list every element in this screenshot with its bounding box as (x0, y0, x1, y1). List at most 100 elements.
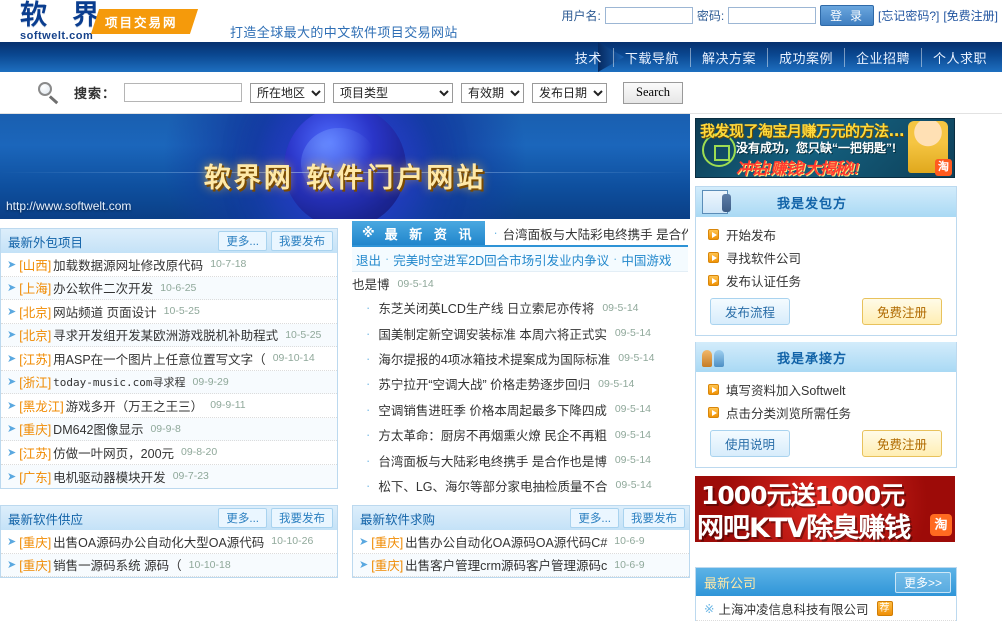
taobao-ad-banner[interactable]: 我发现了淘宝月赚万元的方法... 没有成功，您只缺“一把钥匙”! 冲钻!赚钱!大… (695, 118, 955, 178)
list-item[interactable]: 寻找软件公司 (708, 246, 956, 269)
news-item-title[interactable]: 国美制定新空调安装标准 本周六将正式实 (378, 324, 606, 343)
taobao-ad-line3: 冲钻!赚钱!大揭秘!! (736, 155, 858, 178)
outsourcing-publish-button[interactable]: 我要发布 (271, 231, 333, 251)
list-item[interactable]: ·方太革命：厨房不再烟熏火燎 民企不再粗09-5-14 (352, 422, 688, 447)
nav-item-jobseeking[interactable]: 个人求职 (921, 48, 998, 67)
password-input[interactable] (728, 7, 816, 24)
free-register-link[interactable]: [免费注册] (943, 7, 998, 24)
search-button[interactable]: Search (623, 82, 683, 104)
list-item[interactable]: 发布认证任务 (708, 269, 956, 292)
username-input[interactable] (605, 7, 693, 24)
list-item[interactable]: 点击分类浏览所需任务 (708, 401, 956, 424)
list-item[interactable]: ·空调销售进旺季 价格本周起最多下降四成09-5-14 (352, 397, 688, 422)
news-item-title[interactable]: 台湾面板与大陆彩电终携手 是合作也是博 (378, 451, 606, 470)
contractor-item-label[interactable]: 填写资料加入Softwelt (726, 380, 845, 399)
list-item[interactable]: ➤[广东]电机驱动器模块开发09-7-23 (1, 465, 337, 489)
item-title[interactable]: DM642图像显示 (53, 419, 143, 438)
item-title[interactable]: 加载数据源网址修改原代码 (53, 255, 203, 274)
item-title[interactable]: 游戏多开（万王之王三） (66, 396, 204, 415)
list-item[interactable]: ➤[重庆]出售客户管理crm源码客户管理源码c10-6-9 (353, 554, 689, 578)
publish-process-button[interactable]: 发布流程 (710, 298, 790, 325)
news-item-title[interactable]: 东芝关闭英LCD生产线 日立索尼亦传将 (378, 298, 594, 317)
item-title[interactable]: 出售客户管理crm源码客户管理源码c (405, 555, 607, 574)
item-title[interactable]: 仿做一叶网页，200元 (53, 443, 174, 462)
outsourcing-panel: 最新外包项目 更多... 我要发布 ➤[山西]加载数据源网址修改原代码10-7-… (0, 228, 338, 489)
demand-publish-button[interactable]: 我要发布 (623, 508, 685, 528)
validity-select[interactable]: 有效期 (461, 83, 524, 103)
contractor-free-register-button[interactable]: 免费注册 (862, 430, 942, 457)
item-region: [山西] (19, 255, 51, 274)
list-item[interactable]: ➤[重庆]出售OA源码办公自动化大型OA源代码10-10-26 (1, 530, 337, 554)
news-item-title[interactable]: 方太革命：厨房不再烟熏火燎 民企不再粗 (378, 425, 606, 444)
list-item[interactable]: ➤[北京]寻求开发组开发某欧洲游戏脱机补助程式10-5-25 (1, 324, 337, 348)
hero-banner[interactable]: 软界网 软件门户网站 http://www.softwelt.com (0, 114, 690, 219)
list-item[interactable]: 填写资料加入Softwelt (708, 378, 956, 401)
item-title[interactable]: 出售办公自动化OA源码OA源代码C# (405, 532, 607, 551)
supply-more-button[interactable]: 更多... (218, 508, 267, 528)
list-item[interactable]: ·国美制定新空调安装标准 本周六将正式实09-5-14 (352, 320, 688, 345)
list-item[interactable]: ·台湾面板与大陆彩电终携手 是合作也是博09-5-14 (352, 447, 688, 472)
contractor-item-label[interactable]: 点击分类浏览所需任务 (726, 403, 851, 422)
list-item[interactable]: 开始发布 (708, 223, 956, 246)
nav-item-download[interactable]: 下载导航 (613, 48, 690, 67)
news-tab-latest[interactable]: ※ 最 新 资 讯 (352, 221, 485, 245)
ktv-ad-banner[interactable]: 1000元送1000元 网吧KTV除臭赚钱 淘 (695, 476, 955, 542)
item-title[interactable]: 网站频道 页面设计 (53, 302, 156, 321)
list-item[interactable]: ·苏宁拉开“空调大战” 价格走势逐步回归09-5-14 (352, 371, 688, 396)
news-item-title[interactable]: 苏宁拉开“空调大战” 价格走势逐步回归 (378, 374, 590, 393)
nav-item-cases[interactable]: 成功案例 (767, 48, 844, 67)
publisher-free-register-button[interactable]: 免费注册 (862, 298, 942, 325)
usage-instructions-button[interactable]: 使用说明 (710, 430, 790, 457)
publish-date-select[interactable]: 发布日期 (532, 83, 607, 103)
item-region: [上海] (19, 278, 51, 297)
forgot-password-link[interactable]: [忘记密码?] (878, 7, 939, 24)
list-item[interactable]: ※上海冲凌信息科技有限公司荐 (696, 596, 956, 621)
list-item[interactable]: ➤[江苏]用ASP在一个图片上任意位置写文字（09-10-14 (1, 347, 337, 371)
news-item-title[interactable]: 海尔提报的4项冰箱技术提案成为国际标准 (378, 349, 610, 368)
publisher-item-label[interactable]: 发布认证任务 (726, 271, 801, 290)
search-input[interactable] (124, 83, 242, 102)
list-item[interactable]: ➤[重庆]DM642图像显示09-9-8 (1, 418, 337, 442)
item-title[interactable]: 办公软件二次开发 (53, 278, 153, 297)
news-scroll-row[interactable]: 退出 · 完美时空进军2D回合市场引发业内争议 · 中国游戏 (352, 247, 688, 272)
outsourcing-more-button[interactable]: 更多... (218, 231, 267, 251)
project-type-select[interactable]: 项目类型 (333, 83, 453, 103)
item-date: 10-5-25 (285, 329, 321, 341)
nav-item-tech[interactable]: 技术 (564, 48, 613, 67)
publisher-item-label[interactable]: 寻找软件公司 (726, 248, 801, 267)
list-item[interactable]: ➤[重庆]销售一源码系统 源码（10-10-18 (1, 554, 337, 578)
item-title[interactable]: 销售一源码系统 源码（ (53, 555, 181, 574)
publisher-role-header: 我是发包方 (696, 187, 956, 217)
list-item[interactable]: ➤[黑龙江]游戏多开（万王之王三）09-9-11 (1, 394, 337, 418)
list-item[interactable]: ➤[江苏]仿做一叶网页，200元09-8-20 (1, 441, 337, 465)
item-title[interactable]: 寻求开发组开发某欧洲游戏脱机补助程式 (53, 325, 278, 344)
scroll-news-item-2[interactable]: 中国游戏 (621, 250, 671, 269)
list-item[interactable]: ➤[浙江]today-music.com寻求程09-9-29 (1, 371, 337, 395)
news-item-title[interactable]: 松下、LG、海尔等部分家电抽检质量不合 (378, 476, 607, 495)
news-item-title[interactable]: 空调销售进旺季 价格本周起最多下降四成 (378, 400, 606, 419)
list-item[interactable]: ➤[重庆]出售办公自动化OA源码OA源代码C#10-6-9 (353, 530, 689, 554)
scroll-news-item-1[interactable]: 完美时空进军2D回合市场引发业内争议 (393, 250, 609, 269)
item-region: [浙江] (19, 372, 51, 391)
exit-link[interactable]: 退出 (356, 250, 381, 269)
item-title[interactable]: today-music.com寻求程 (53, 374, 185, 390)
item-title[interactable]: 用ASP在一个图片上任意位置写文字（ (53, 349, 266, 368)
supply-publish-button[interactable]: 我要发布 (271, 508, 333, 528)
list-item[interactable]: ➤[山西]加载数据源网址修改原代码10-7-18 (1, 253, 337, 277)
item-title[interactable]: 出售OA源码办公自动化大型OA源代码 (53, 532, 264, 551)
news-marquee[interactable]: · 台湾面板与大陆彩电终携手 是合作 (485, 221, 688, 245)
login-button[interactable]: 登 录 (820, 5, 874, 26)
list-item[interactable]: ➤[北京]网站频道 页面设计10-5-25 (1, 300, 337, 324)
companies-more-button[interactable]: 更多>> (895, 572, 951, 593)
publisher-item-label[interactable]: 开始发布 (726, 225, 776, 244)
demand-more-button[interactable]: 更多... (570, 508, 619, 528)
nav-item-recruitment[interactable]: 企业招聘 (844, 48, 921, 67)
nav-item-solutions[interactable]: 解决方案 (690, 48, 767, 67)
region-select[interactable]: 所在地区 (250, 83, 325, 103)
list-item[interactable]: ·松下、LG、海尔等部分家电抽检质量不合09-5-14 (352, 473, 688, 498)
item-title[interactable]: 电机驱动器模块开发 (53, 467, 166, 486)
company-name[interactable]: 上海冲凌信息科技有限公司 (718, 599, 868, 618)
list-item[interactable]: ·海尔提报的4项冰箱技术提案成为国际标准09-5-14 (352, 346, 688, 371)
list-item[interactable]: ➤[上海]办公软件二次开发10-6-25 (1, 277, 337, 301)
list-item[interactable]: ·东芝关闭英LCD生产线 日立索尼亦传将09-5-14 (352, 295, 688, 320)
